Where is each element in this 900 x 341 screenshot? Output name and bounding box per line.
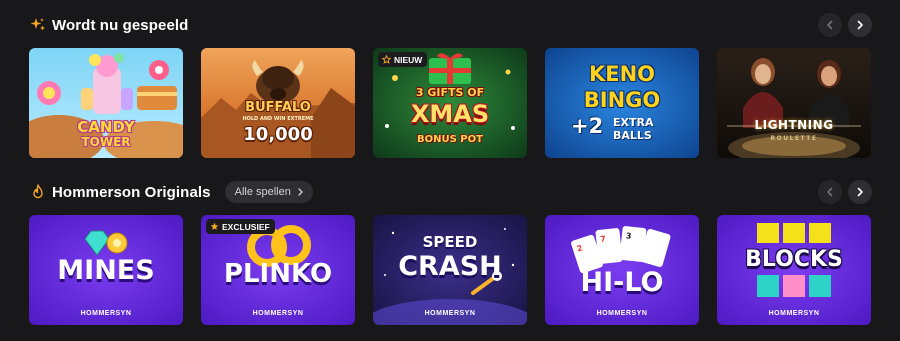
game-logo-line: EXTRA bbox=[613, 116, 654, 129]
game-logo-line: 10,000 bbox=[243, 124, 313, 145]
sparkles-icon bbox=[30, 17, 46, 33]
badge-label: NIEUW bbox=[394, 54, 423, 65]
badge-label: EXCLUSIEF bbox=[222, 221, 270, 232]
game-logo-line: BINGO bbox=[583, 88, 661, 112]
game-tile-blocks[interactable]: BLOCKS HOMMERSYN bbox=[717, 215, 871, 325]
brand-logo: HOMMERSYN bbox=[596, 310, 648, 317]
game-logo-line: HOLD AND WIN EXTREME bbox=[242, 116, 314, 122]
game-logo-line: HI-LO bbox=[580, 267, 664, 298]
game-logo-line: ROULETTE bbox=[770, 135, 818, 142]
game-tile-lightning-roulette[interactable]: LIGHTNING ROULETTE bbox=[717, 48, 871, 158]
section-header-now-playing: Wordt nu gespeeld bbox=[30, 13, 188, 37]
svg-text:7: 7 bbox=[600, 234, 606, 244]
game-logo-line: SPEED bbox=[422, 233, 478, 251]
game-logo-line: CANDY bbox=[77, 118, 135, 136]
game-logo-line: 3 GIFTS OF bbox=[415, 86, 485, 99]
brand-logo: HOMMERSYN bbox=[252, 310, 304, 317]
all-games-button[interactable]: Alle spellen bbox=[224, 181, 313, 203]
game-tile-mines[interactable]: MINES HOMMERSYN bbox=[29, 215, 183, 325]
chevron-right-icon bbox=[857, 20, 863, 30]
section-title: Wordt nu gespeeld bbox=[52, 16, 189, 34]
star-icon bbox=[382, 55, 391, 64]
game-tile-plinko[interactable]: EXCLUSIEF PLINKO HOMMERSYN bbox=[201, 215, 355, 325]
game-logo-line: PLINKO bbox=[223, 259, 333, 289]
game-logo-line: MINES bbox=[57, 255, 155, 286]
game-tile-hi-lo[interactable]: 2 7 3 HI-LO HOMMERSYN bbox=[545, 215, 699, 325]
game-tile-3-gifts-of-xmas[interactable]: NIEUW 3 GIFTS OF XMAS BONUS POT bbox=[373, 48, 527, 158]
section-header-originals: Hommerson Originals Alle spellen bbox=[30, 180, 313, 204]
carousel-next-button[interactable] bbox=[848, 180, 872, 204]
game-tile-speed-crash[interactable]: SPEED CRASH HOMMERSYN bbox=[373, 215, 527, 325]
brand-logo: HOMMERSYN bbox=[80, 310, 132, 317]
chevron-left-icon bbox=[827, 20, 833, 30]
section-title: Hommerson Originals bbox=[52, 183, 211, 201]
brand-logo: HOMMERSYN bbox=[424, 310, 476, 317]
chevron-left-icon bbox=[827, 187, 833, 197]
game-logo-line: LIGHTNING bbox=[754, 118, 834, 132]
game-tile-buffalo[interactable]: BUFFALO HOLD AND WIN EXTREME 10,000 bbox=[201, 48, 355, 158]
game-logo-line: KENO bbox=[588, 62, 656, 86]
chevron-right-icon bbox=[857, 187, 863, 197]
svg-text:3: 3 bbox=[625, 231, 631, 241]
carousel-next-button[interactable] bbox=[848, 13, 872, 37]
chevron-right-icon bbox=[298, 188, 303, 196]
game-logo-line: CRASH bbox=[398, 251, 502, 282]
carousel-prev-button[interactable] bbox=[818, 180, 842, 204]
carousel-prev-button[interactable] bbox=[818, 13, 842, 37]
game-logo-line: BONUS POT bbox=[417, 134, 483, 145]
new-badge: NIEUW bbox=[378, 52, 428, 67]
game-logo-line: BUFFALO bbox=[245, 100, 311, 115]
game-logo-line: +2 bbox=[571, 114, 604, 138]
game-logo-line: XMAS bbox=[410, 100, 490, 128]
game-tile-candy-tower[interactable]: CANDY TOWER bbox=[29, 48, 183, 158]
star-icon bbox=[210, 222, 219, 230]
exclusive-badge: EXCLUSIEF bbox=[206, 219, 275, 234]
game-logo-line: BLOCKS bbox=[745, 247, 843, 272]
carousel-nav-now-playing bbox=[818, 13, 872, 37]
carousel-nav-originals bbox=[818, 180, 872, 204]
brand-logo: HOMMERSYN bbox=[768, 310, 820, 317]
game-tile-keno-bingo[interactable]: KENO BINGO +2 EXTRA BALLS bbox=[545, 48, 699, 158]
game-logo-line: BALLS bbox=[613, 129, 652, 142]
all-games-label: Alle spellen bbox=[234, 186, 291, 198]
flame-icon bbox=[30, 184, 46, 200]
game-logo-line: TOWER bbox=[81, 135, 131, 149]
game-row-now-playing: CANDY TOWER BUFFALO HOLD AND WIN EXTREME… bbox=[29, 48, 871, 158]
game-row-originals: MINES HOMMERSYN EXCLUSIEF PLINKO HOMMERS… bbox=[29, 215, 871, 325]
